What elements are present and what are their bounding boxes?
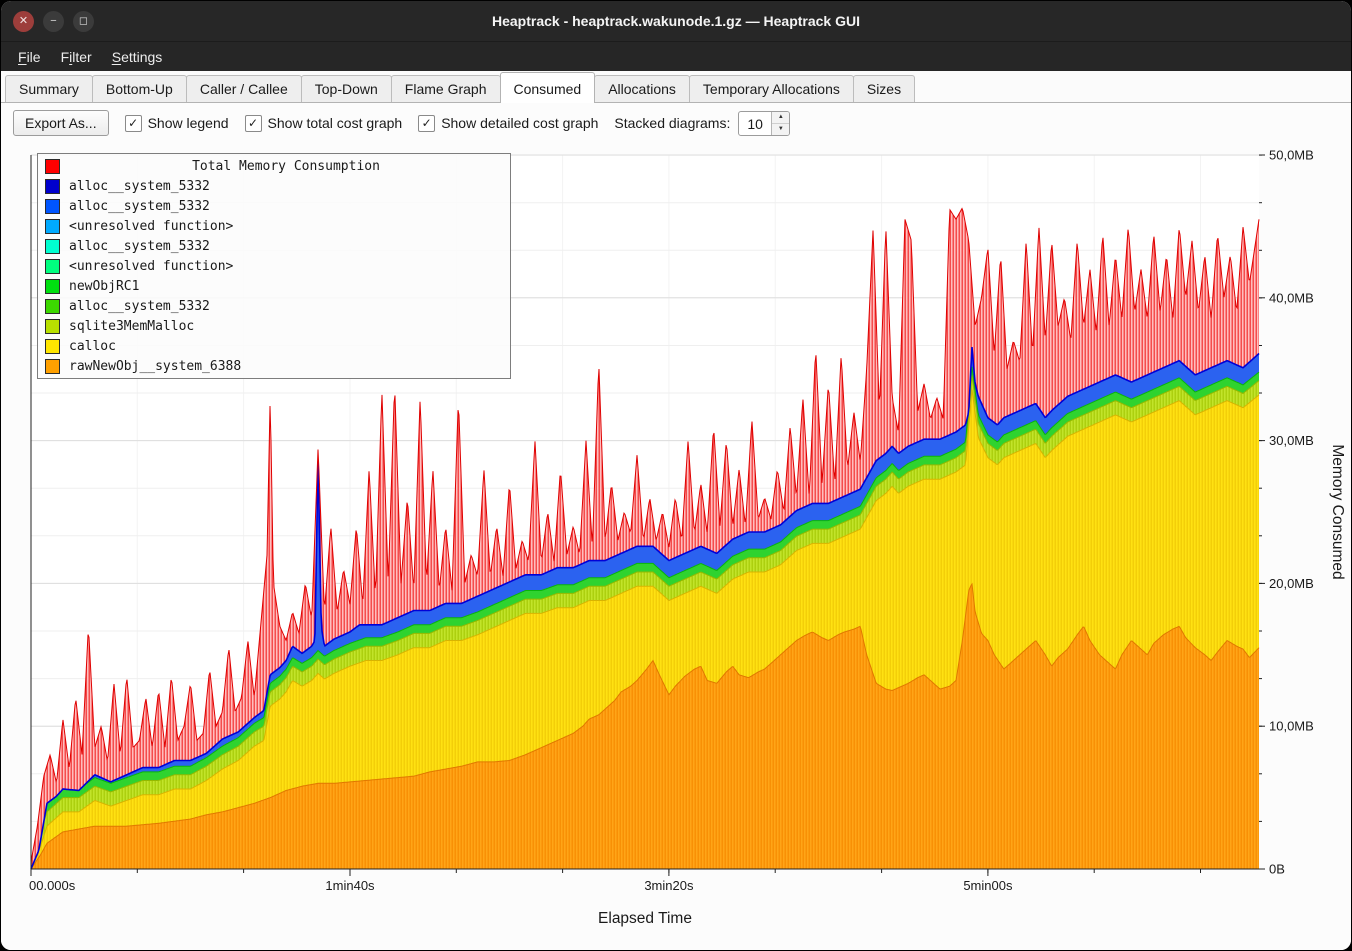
legend-item-label: alloc__system_5332 bbox=[69, 239, 210, 254]
legend-item-label: alloc__system_5332 bbox=[69, 199, 210, 214]
legend-swatch bbox=[45, 279, 60, 294]
maximize-button[interactable]: ◻ bbox=[73, 11, 94, 32]
svg-text:Memory Consumed: Memory Consumed bbox=[1329, 444, 1346, 579]
title-bar: ✕ − ◻ Heaptrack - heaptrack.wakunode.1.g… bbox=[1, 1, 1351, 41]
svg-text:40,0MB: 40,0MB bbox=[1269, 290, 1314, 305]
checkbox-check-icon: ✓ bbox=[245, 115, 262, 132]
stacked-diagrams-label: Stacked diagrams: bbox=[614, 115, 730, 131]
checkbox-show-total-cost-graph[interactable]: ✓ Show total cost graph bbox=[245, 115, 403, 132]
legend-swatch bbox=[45, 219, 60, 234]
legend-swatch bbox=[45, 239, 60, 254]
tab-summary[interactable]: Summary bbox=[5, 75, 93, 102]
tab-top-down[interactable]: Top-Down bbox=[301, 75, 392, 102]
svg-text:50,0MB: 50,0MB bbox=[1269, 148, 1314, 163]
legend-item: <unresolved function> bbox=[38, 216, 510, 236]
svg-text:1min40s: 1min40s bbox=[325, 878, 375, 893]
tab-flame-graph[interactable]: Flame Graph bbox=[391, 75, 501, 102]
legend-item-label: <unresolved function> bbox=[69, 259, 233, 274]
legend-item: calloc bbox=[38, 336, 510, 356]
svg-text:30,0MB: 30,0MB bbox=[1269, 433, 1314, 448]
stacked-diagrams-control: Stacked diagrams: 10 ▲ ▼ bbox=[614, 111, 790, 136]
close-button[interactable]: ✕ bbox=[13, 11, 34, 32]
legend-item: <unresolved function> bbox=[38, 256, 510, 276]
svg-text:5min00s: 5min00s bbox=[963, 878, 1013, 893]
legend-item-label: newObjRC1 bbox=[69, 279, 139, 294]
checkbox-show-detailed-cost-graph[interactable]: ✓ Show detailed cost graph bbox=[418, 115, 598, 132]
legend-swatch bbox=[45, 179, 60, 194]
svg-text:3min20s: 3min20s bbox=[644, 878, 694, 893]
export-as-button[interactable]: Export As... bbox=[13, 110, 109, 136]
checkbox-label: Show detailed cost graph bbox=[441, 115, 598, 131]
svg-text:00.000s: 00.000s bbox=[29, 878, 76, 893]
checkbox-label: Show total cost graph bbox=[268, 115, 403, 131]
checkbox-check-icon: ✓ bbox=[418, 115, 435, 132]
legend-title-swatch bbox=[45, 159, 60, 174]
legend-swatch bbox=[45, 359, 60, 374]
legend-title: Total Memory Consumption bbox=[69, 159, 503, 174]
menu-settings[interactable]: Settings bbox=[103, 46, 172, 68]
legend-item-label: alloc__system_5332 bbox=[69, 299, 210, 314]
legend-item: alloc__system_5332 bbox=[38, 196, 510, 216]
tab-caller-callee[interactable]: Caller / Callee bbox=[186, 75, 302, 102]
stacked-diagrams-value: 10 bbox=[739, 112, 771, 135]
app-window: ✕ − ◻ Heaptrack - heaptrack.wakunode.1.g… bbox=[1, 1, 1351, 950]
chart-area: 00.000s 1min40s 3min20s 5min00s 0B 10,0MB 20,0… bbox=[1, 143, 1351, 950]
legend-item-label: alloc__system_5332 bbox=[69, 179, 210, 194]
legend-item-label: <unresolved function> bbox=[69, 219, 233, 234]
legend-item: rawNewObj__system_6388 bbox=[38, 356, 510, 376]
tab-consumed[interactable]: Consumed bbox=[500, 72, 596, 103]
svg-text:0B: 0B bbox=[1269, 862, 1285, 877]
tab-bar: SummaryBottom-UpCaller / CalleeTop-DownF… bbox=[1, 71, 1351, 103]
legend-swatch bbox=[45, 299, 60, 314]
tab-sizes[interactable]: Sizes bbox=[853, 75, 915, 102]
legend-item: alloc__system_5332 bbox=[38, 176, 510, 196]
toolbar-checkboxes: ✓ Show legend ✓ Show total cost graph ✓ Show … bbox=[125, 115, 599, 132]
svg-text:Elapsed Time: Elapsed Time bbox=[598, 910, 692, 927]
legend-item: newObjRC1 bbox=[38, 276, 510, 296]
menu-file[interactable]: File bbox=[9, 46, 50, 68]
spin-down-icon[interactable]: ▼ bbox=[772, 124, 789, 135]
svg-text:10,0MB: 10,0MB bbox=[1269, 719, 1314, 734]
legend-swatch bbox=[45, 259, 60, 274]
chart-legend: Total Memory Consumption alloc__system_5… bbox=[37, 153, 511, 379]
window-title: Heaptrack - heaptrack.wakunode.1.gz — He… bbox=[1, 13, 1351, 29]
legend-item-label: calloc bbox=[69, 339, 116, 354]
checkbox-check-icon: ✓ bbox=[125, 115, 142, 132]
minimize-button[interactable]: − bbox=[43, 11, 64, 32]
svg-text:20,0MB: 20,0MB bbox=[1269, 576, 1314, 591]
legend-item-label: rawNewObj__system_6388 bbox=[69, 359, 241, 374]
legend-swatch bbox=[45, 339, 60, 354]
menu-bar: FileFilterSettings bbox=[1, 41, 1351, 71]
spin-buttons: ▲ ▼ bbox=[771, 112, 789, 135]
tab-bottom-up[interactable]: Bottom-Up bbox=[92, 75, 187, 102]
legend-items: alloc__system_5332 alloc__system_5332 <unr… bbox=[38, 176, 510, 376]
legend-title-row: Total Memory Consumption bbox=[38, 156, 510, 176]
menu-filter[interactable]: Filter bbox=[52, 46, 101, 68]
toolbar: Export As... ✓ Show legend ✓ Show total cos… bbox=[1, 103, 1351, 143]
legend-item: sqlite3MemMalloc bbox=[38, 316, 510, 336]
checkbox-show-legend[interactable]: ✓ Show legend bbox=[125, 115, 229, 132]
stacked-diagrams-spinbox[interactable]: 10 ▲ ▼ bbox=[738, 111, 790, 136]
legend-item: alloc__system_5332 bbox=[38, 236, 510, 256]
checkbox-label: Show legend bbox=[148, 115, 229, 131]
spin-up-icon[interactable]: ▲ bbox=[772, 112, 789, 124]
legend-item-label: sqlite3MemMalloc bbox=[69, 319, 194, 334]
legend-swatch bbox=[45, 199, 60, 214]
window-controls: ✕ − ◻ bbox=[1, 11, 94, 32]
tab-temporary-allocations[interactable]: Temporary Allocations bbox=[689, 75, 854, 102]
legend-swatch bbox=[45, 319, 60, 334]
tab-allocations[interactable]: Allocations bbox=[594, 75, 690, 102]
legend-item: alloc__system_5332 bbox=[38, 296, 510, 316]
